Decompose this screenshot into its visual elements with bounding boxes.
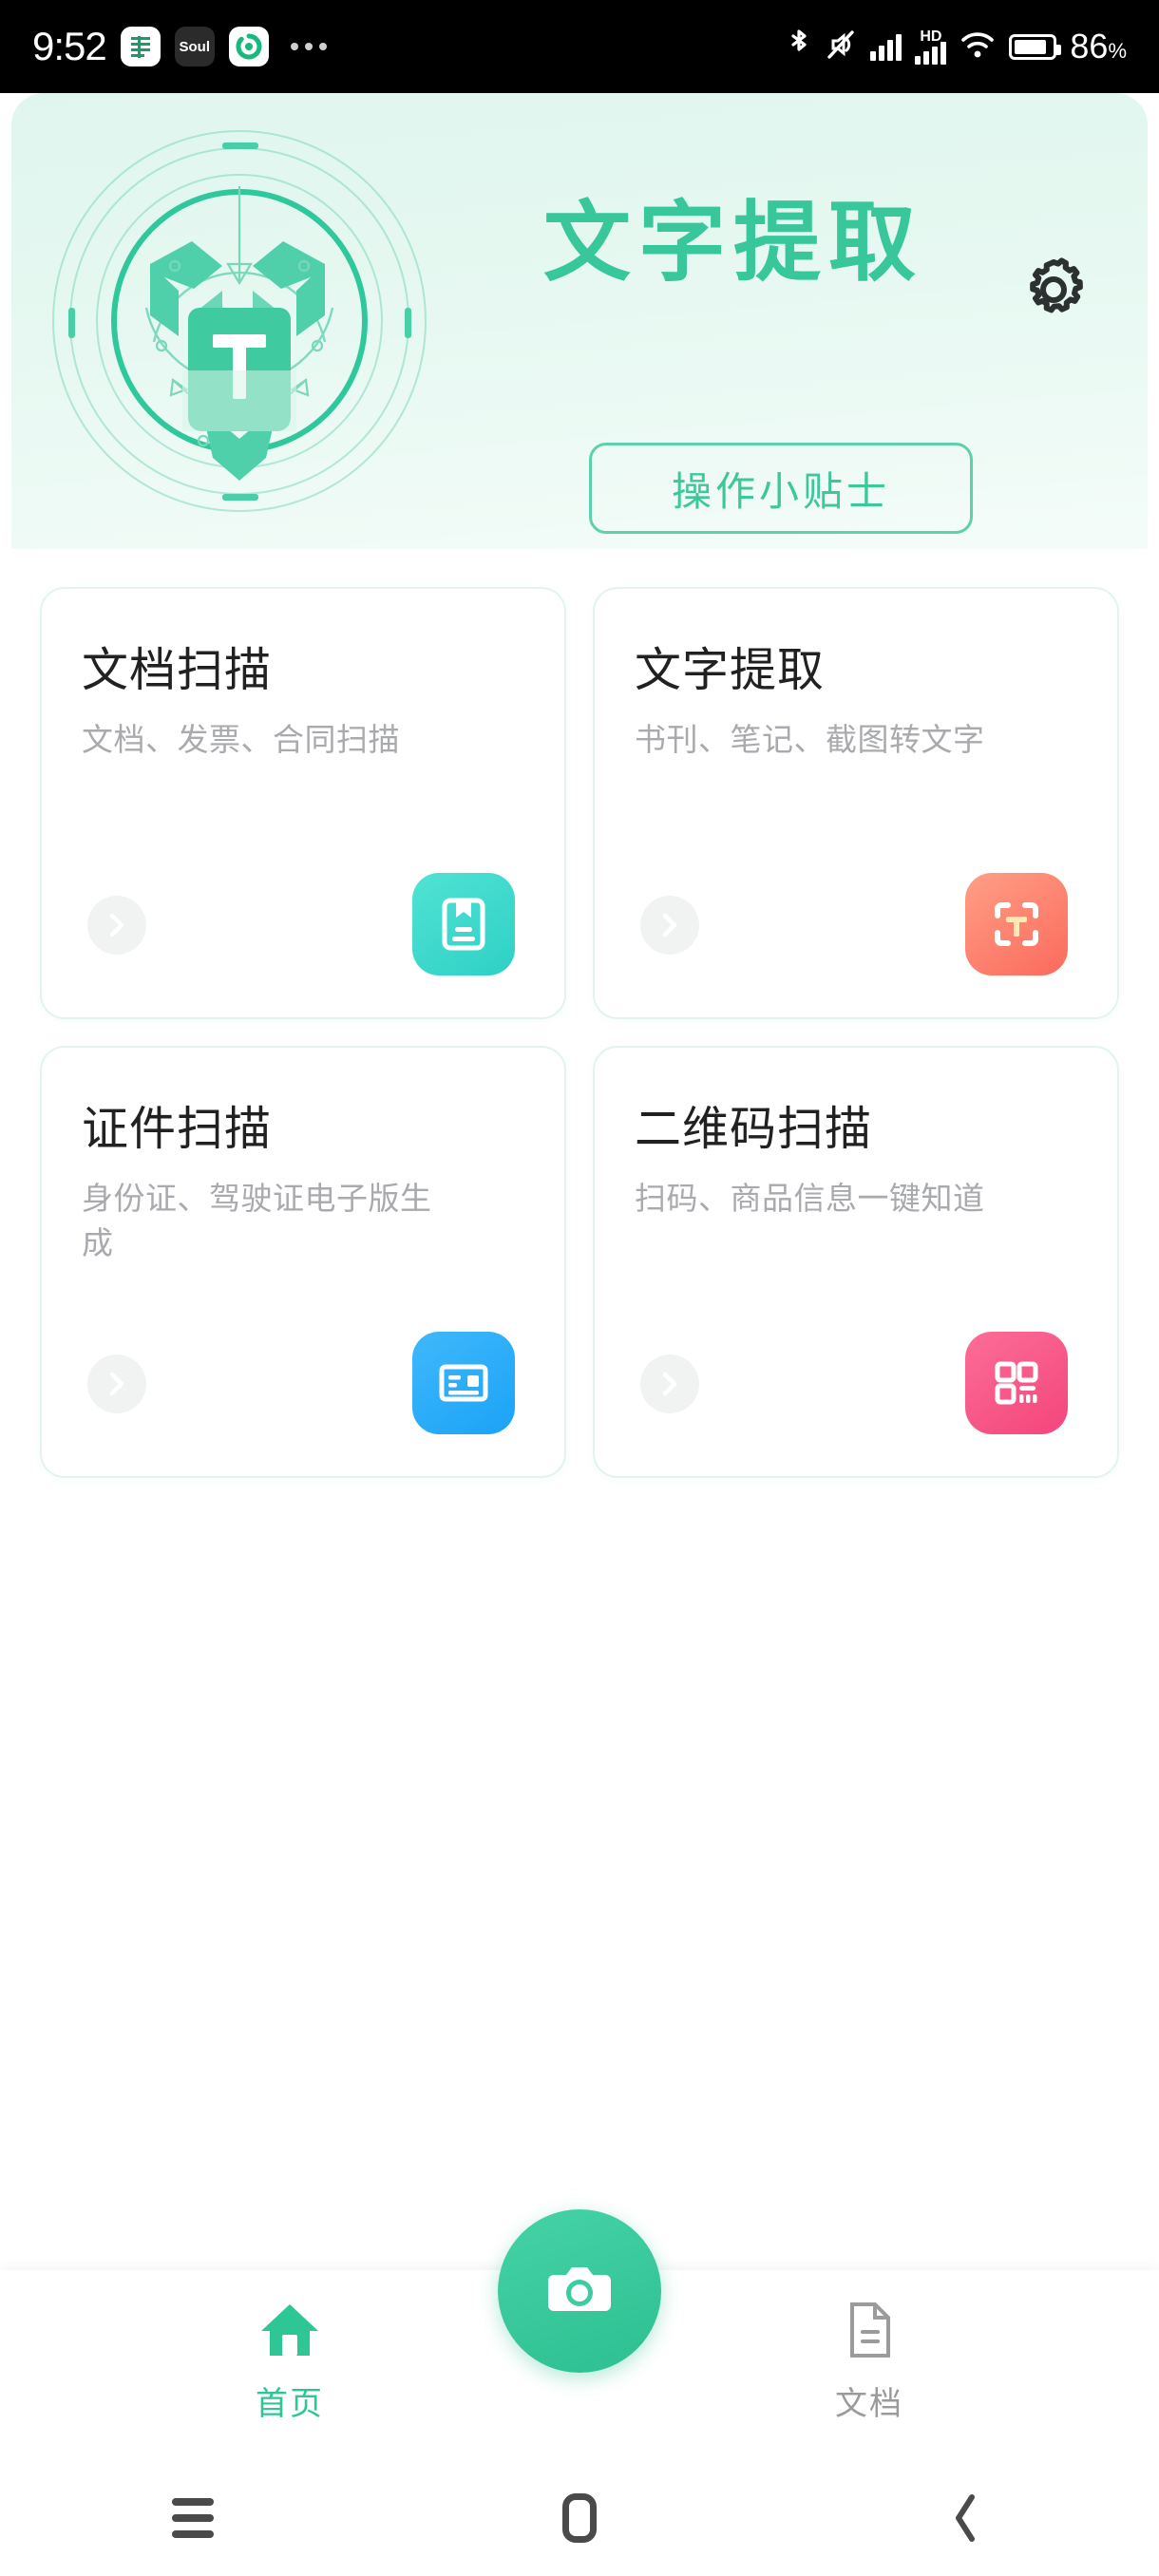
document-icon — [838, 2299, 901, 2366]
card-subtitle: 书刊、笔记、截图转文字 — [635, 722, 985, 758]
wifi-icon — [960, 29, 996, 65]
app-screen: 9:52 Soul HD 86% 文字提取 操作小贴士 文档扫描 文档、发票、合… — [0, 0, 1159, 2576]
document-scan-icon — [412, 873, 515, 975]
card-subtitle: 文档、发票、合同扫描 — [82, 722, 400, 758]
text-extract-logo — [40, 122, 439, 521]
card-title: 证件扫描 — [82, 1104, 273, 1155]
recents-icon[interactable] — [0, 2498, 387, 2538]
page-title: 文字提取 — [543, 195, 924, 292]
card-title: 文字提取 — [635, 645, 826, 696]
nav-item-docs[interactable]: 文档 — [580, 2270, 1159, 2424]
home-square-icon[interactable] — [387, 2493, 773, 2543]
home-icon — [256, 2299, 324, 2366]
nav-item-home[interactable]: 首页 — [0, 2270, 580, 2424]
app-icon-swirl — [228, 27, 269, 66]
card-subtitle: 扫码、商品信息一键知道 — [635, 1181, 985, 1217]
chevron-right-icon[interactable] — [640, 896, 699, 955]
id-card-scan-icon — [412, 1332, 515, 1434]
card-title: 文档扫描 — [82, 645, 273, 696]
battery-percent: 86% — [1070, 27, 1127, 66]
app-icon-green-e — [120, 27, 161, 66]
hd-icon: HD — [915, 28, 947, 65]
card-id-scan[interactable]: 证件扫描 身份证、驾驶证电子版生成 — [40, 1046, 566, 1478]
battery-icon — [1009, 33, 1062, 60]
app-icon-soul: Soul — [174, 27, 215, 66]
feature-card-grid: 文档扫描 文档、发票、合同扫描 文字提取 书刊、笔记、截图转文字 证件扫描 身份… — [0, 587, 1159, 1478]
camera-capture-button[interactable] — [498, 2209, 661, 2373]
qr-code-scan-icon — [965, 1332, 1068, 1434]
camera-icon — [539, 2248, 620, 2335]
back-chevron-icon[interactable] — [772, 2490, 1159, 2547]
status-clock: 9:52 — [32, 24, 107, 68]
mute-icon — [825, 28, 857, 66]
card-subtitle: 身份证、驾驶证电子版生成 — [82, 1181, 432, 1261]
chevron-right-icon[interactable] — [640, 1354, 699, 1413]
header-banner: 文字提取 操作小贴士 — [11, 93, 1148, 549]
gear-icon[interactable] — [1018, 255, 1089, 325]
android-navigation-bar — [0, 2460, 1159, 2576]
signal-icon — [870, 32, 902, 61]
nav-label-docs: 文档 — [835, 2386, 903, 2422]
nav-label-home: 首页 — [256, 2386, 324, 2422]
text-extract-icon — [965, 873, 1068, 975]
chevron-right-icon[interactable] — [87, 896, 146, 955]
chevron-right-icon[interactable] — [87, 1354, 146, 1413]
card-title: 二维码扫描 — [635, 1104, 873, 1155]
card-text-extract[interactable]: 文字提取 书刊、笔记、截图转文字 — [593, 587, 1119, 1019]
more-dots-icon — [290, 43, 327, 50]
status-bar-left: 9:52 Soul — [32, 24, 327, 69]
bluetooth-icon — [787, 27, 811, 67]
status-bar-right: HD 86% — [787, 27, 1127, 67]
card-qr-scan[interactable]: 二维码扫描 扫码、商品信息一键知道 — [593, 1046, 1119, 1478]
card-document-scan[interactable]: 文档扫描 文档、发票、合同扫描 — [40, 587, 566, 1019]
status-bar: 9:52 Soul HD 86% — [0, 0, 1159, 93]
tips-button[interactable]: 操作小贴士 — [589, 443, 973, 534]
